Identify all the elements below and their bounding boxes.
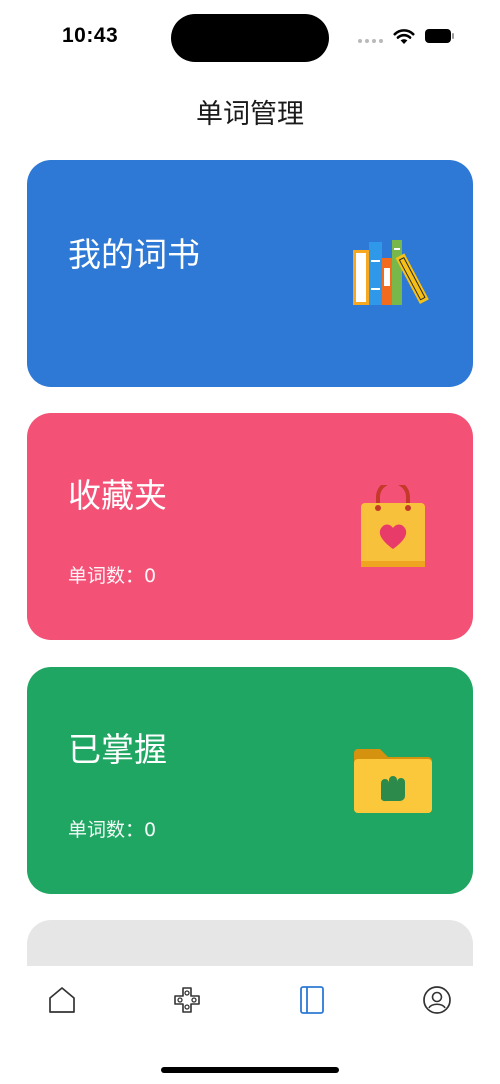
status-time: 10:43 bbox=[62, 24, 119, 47]
card-my-wordbooks[interactable]: 我的词书 bbox=[27, 160, 473, 387]
cellular-signal-icon bbox=[358, 38, 384, 44]
card-title: 我的词书 bbox=[68, 235, 200, 274]
card-title: 收藏夹 bbox=[68, 476, 167, 515]
profile-icon[interactable] bbox=[421, 984, 453, 1016]
home-icon[interactable] bbox=[46, 984, 78, 1016]
wifi-icon bbox=[393, 29, 415, 44]
gamepad-icon[interactable] bbox=[171, 984, 203, 1016]
battery-icon bbox=[425, 29, 455, 43]
status-bar: 10:43 bbox=[0, 0, 500, 76]
word-count: 单词数：0 bbox=[68, 819, 157, 841]
home-indicator[interactable] bbox=[161, 1067, 339, 1073]
card-title: 已掌握 bbox=[68, 730, 167, 769]
books-icon bbox=[353, 240, 429, 305]
word-count: 单词数：0 bbox=[68, 565, 157, 587]
card-mastered[interactable]: 已掌握 单词数：0 bbox=[27, 667, 473, 894]
book-icon[interactable] bbox=[296, 984, 328, 1016]
heart-bag-icon bbox=[361, 485, 425, 567]
page-title: 单词管理 bbox=[196, 99, 304, 130]
fist-folder-icon bbox=[354, 749, 432, 813]
dynamic-island bbox=[171, 14, 329, 62]
card-favorites[interactable]: 收藏夹 单词数：0 bbox=[27, 413, 473, 640]
